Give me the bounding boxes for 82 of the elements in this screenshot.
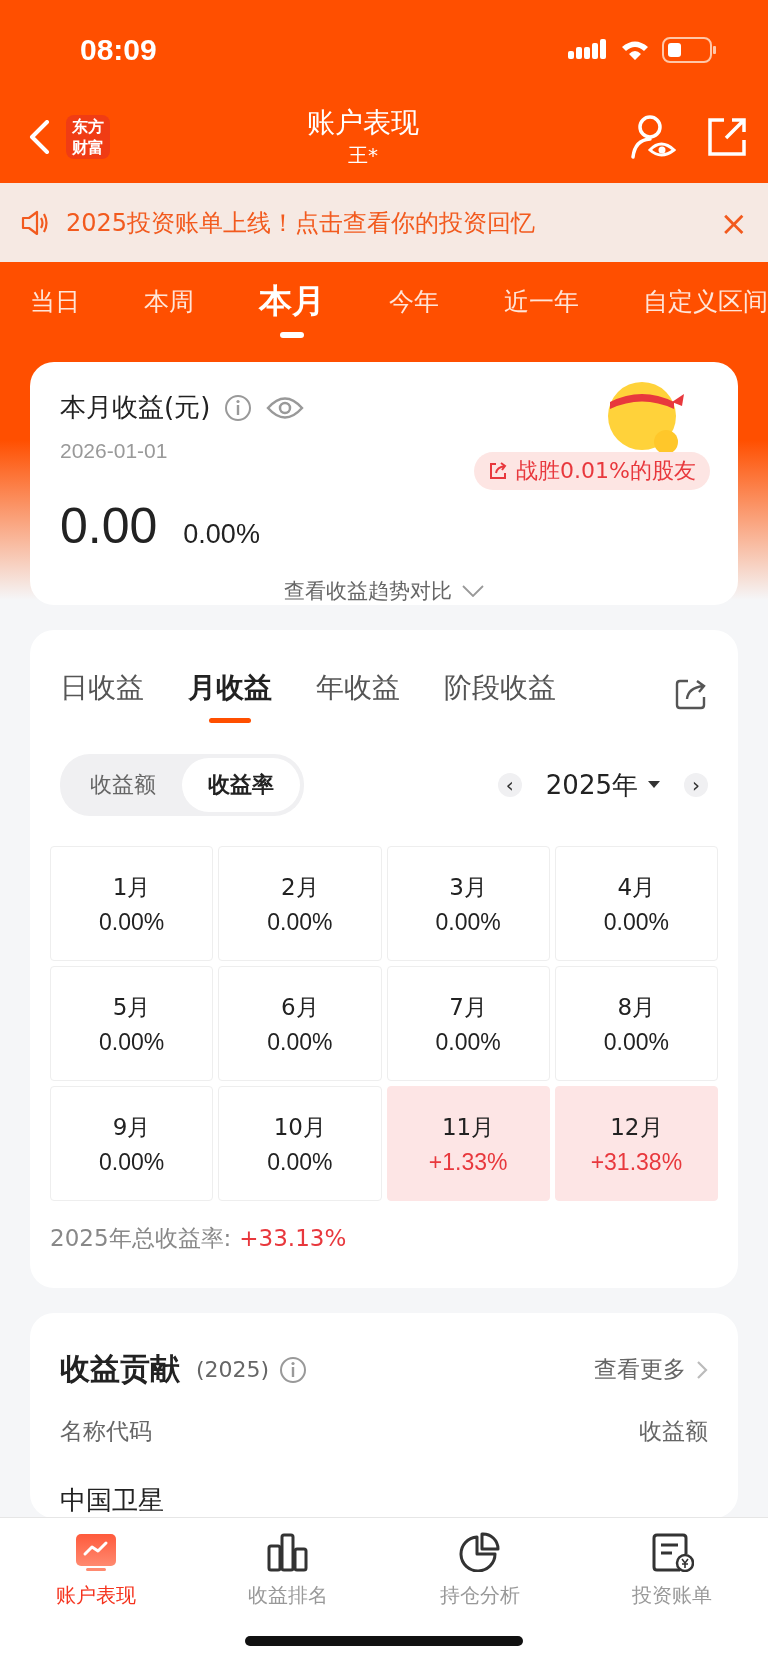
month-label: 7月 <box>449 992 487 1022</box>
summary-date: 2026-01-01 <box>60 439 169 463</box>
app-logo: 东方财富 <box>66 114 110 159</box>
user-eye-icon[interactable] <box>630 113 676 160</box>
month-label: 8月 <box>617 992 656 1022</box>
summary-title: 本月收益(元) <box>60 391 211 424</box>
month-cell[interactable]: 7月 0.00% <box>386 966 550 1081</box>
month-cell[interactable]: 12月 +31.38% <box>554 1086 718 1201</box>
month-label: 1月 <box>112 872 151 902</box>
nav-tab[interactable]: 账户表现 <box>0 1518 192 1628</box>
wifi-icon <box>620 39 650 61</box>
chevron-right-icon[interactable] <box>696 1359 708 1380</box>
bill-icon <box>650 1532 694 1572</box>
share-icon[interactable] <box>706 115 748 158</box>
month-return: +1.33% <box>428 1148 508 1176</box>
signal-icon <box>568 39 608 61</box>
month-return: 0.00% <box>603 908 669 936</box>
month-return: 0.00% <box>267 1148 333 1176</box>
month-cell[interactable]: 2月 0.00% <box>218 846 382 961</box>
month-return: 0.00% <box>99 1148 165 1176</box>
dropdown-icon[interactable] <box>648 781 660 789</box>
month-label: 10月 <box>273 1112 326 1142</box>
trend-link[interactable]: 查看收益趋势对比 <box>284 577 452 605</box>
profit-tab[interactable]: 年收益 <box>316 669 400 719</box>
month-label: 6月 <box>281 992 319 1022</box>
month-cell[interactable]: 1月 0.00% <box>50 846 214 961</box>
view-more-link[interactable]: 查看更多 <box>594 1354 686 1385</box>
section-year: (2025) <box>196 1357 270 1382</box>
battery-icon <box>662 37 718 63</box>
total-label: 2025年总收益率: <box>50 1225 232 1251</box>
chart-icon <box>74 1532 118 1572</box>
month-label: 2月 <box>281 872 319 902</box>
month-label: 5月 <box>112 992 151 1022</box>
month-cell[interactable]: 3月 0.00% <box>386 846 550 961</box>
month-return: 0.00% <box>99 1028 165 1056</box>
rank-text: 战胜0.01%的股友 <box>516 457 696 485</box>
month-return: 0.00% <box>603 1028 669 1056</box>
profit-tab[interactable]: 日收益 <box>60 669 144 719</box>
month-cell[interactable]: 6月 0.00% <box>218 966 382 1081</box>
month-cell[interactable]: 11月 +1.33% <box>386 1086 550 1201</box>
stock-name[interactable]: 中国卫星 <box>60 1483 708 1517</box>
profit-amount: 0.00 <box>60 497 158 555</box>
month-return: 0.00% <box>267 1028 333 1056</box>
pie-chart-icon <box>458 1532 502 1572</box>
month-label: 9月 <box>112 1112 151 1142</box>
month-label: 4月 <box>617 872 656 902</box>
profit-tab[interactable]: 阶段收益 <box>444 669 556 719</box>
info-icon[interactable] <box>224 393 253 422</box>
page-title: 账户表现 <box>307 105 419 141</box>
month-label: 3月 <box>449 872 487 902</box>
month-return: +31.38% <box>590 1148 683 1176</box>
speaker-icon <box>20 208 50 237</box>
profit-rate: 0.00% <box>183 519 260 550</box>
chevron-down-icon[interactable] <box>462 585 484 597</box>
total-return: +33.13% <box>239 1225 347 1251</box>
year-selector[interactable]: 2025年 <box>545 767 638 803</box>
column-header: 收益额 <box>639 1417 708 1446</box>
month-cell[interactable]: 8月 0.00% <box>554 966 718 1081</box>
eye-icon[interactable] <box>266 394 305 421</box>
previous-year-button[interactable]: ‹ <box>497 773 522 797</box>
mode-option[interactable]: 收益额 <box>64 758 182 812</box>
month-return: 0.00% <box>267 908 333 936</box>
month-cell[interactable]: 10月 0.00% <box>218 1086 382 1201</box>
account-name: 王* <box>348 142 378 169</box>
share-icon[interactable] <box>674 677 708 711</box>
info-icon[interactable] <box>279 1355 308 1384</box>
status-time: 08:09 <box>80 33 157 67</box>
month-return: 0.00% <box>435 908 501 936</box>
mode-option[interactable]: 收益率 <box>182 758 300 812</box>
month-label: 12月 <box>610 1112 663 1142</box>
share-icon <box>488 461 509 481</box>
month-cell[interactable]: 9月 0.00% <box>50 1086 214 1201</box>
month-label: 11月 <box>442 1112 495 1142</box>
month-return: 0.00% <box>99 908 165 936</box>
month-cell[interactable]: 4月 0.00% <box>554 846 718 961</box>
back-icon[interactable] <box>28 119 50 154</box>
column-header: 名称代码 <box>60 1417 152 1446</box>
next-year-button[interactable]: › <box>684 773 708 797</box>
month-return: 0.00% <box>435 1028 501 1056</box>
month-cell[interactable]: 5月 0.00% <box>50 966 214 1081</box>
section-title: 收益贡献 <box>60 1350 180 1388</box>
bar-chart-icon <box>266 1532 310 1572</box>
